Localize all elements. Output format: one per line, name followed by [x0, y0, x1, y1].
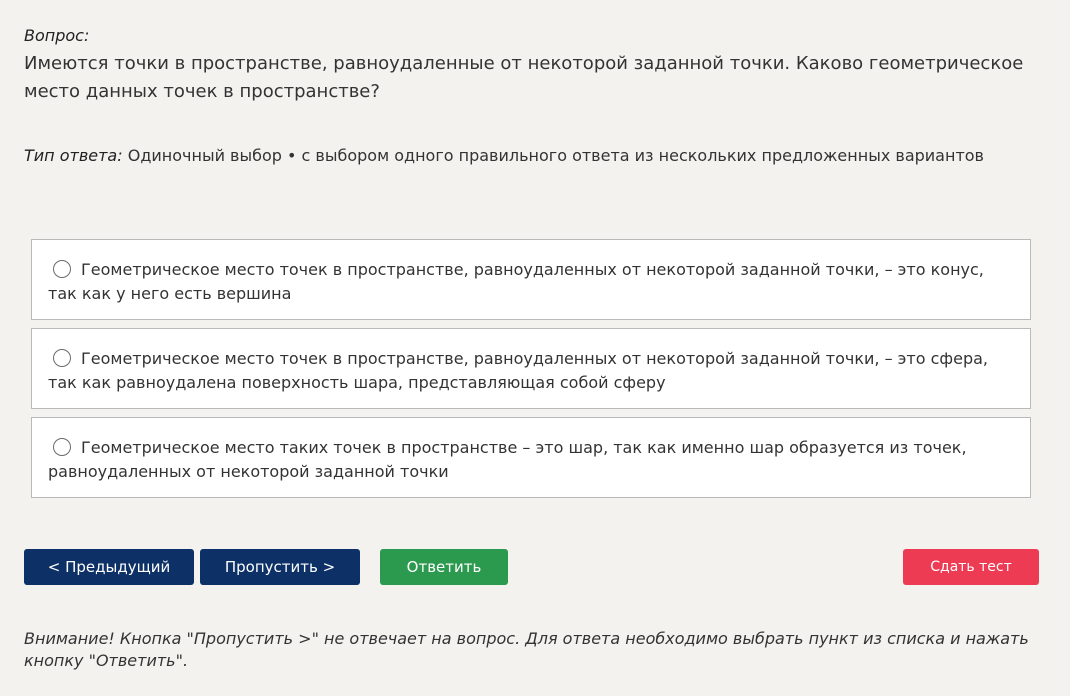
answer-type-value: Одиночный выбор • с выбором одного прави…: [127, 146, 984, 165]
question-label: Вопрос:: [24, 26, 90, 45]
answer-options: Геометрическое место точек в пространств…: [31, 239, 1031, 506]
question-text: Имеются точки в пространстве, равноудале…: [24, 53, 1024, 102]
quiz-page: Вопрос: Имеются точки в пространстве, ра…: [0, 0, 1070, 696]
answer-option-2[interactable]: Геометрическое место точек в пространств…: [31, 328, 1031, 409]
answer-option-text: Геометрическое место таких точек в прост…: [48, 438, 967, 481]
answer-type-label: Тип ответа:: [24, 146, 123, 165]
warning-note: Внимание! Кнопка "Пропустить >" не отвеч…: [24, 629, 1029, 670]
radio-button-icon[interactable]: [53, 438, 71, 456]
answer-button[interactable]: Ответить: [380, 549, 508, 585]
answer-option-1[interactable]: Геометрическое место точек в пространств…: [31, 239, 1031, 320]
skip-button[interactable]: Пропустить >: [200, 549, 360, 585]
radio-button-icon[interactable]: [53, 349, 71, 367]
submit-test-button[interactable]: Сдать тест: [903, 549, 1039, 585]
answer-type: Тип ответа: Одиночный выбор • с выбором …: [24, 145, 984, 167]
answer-option-text: Геометрическое место точек в пространств…: [48, 260, 984, 303]
answer-option-text: Геометрическое место точек в пространств…: [48, 349, 988, 392]
previous-button[interactable]: < Предыдущий: [24, 549, 194, 585]
radio-button-icon[interactable]: [53, 260, 71, 278]
answer-option-3[interactable]: Геометрическое место таких точек в прост…: [31, 417, 1031, 498]
